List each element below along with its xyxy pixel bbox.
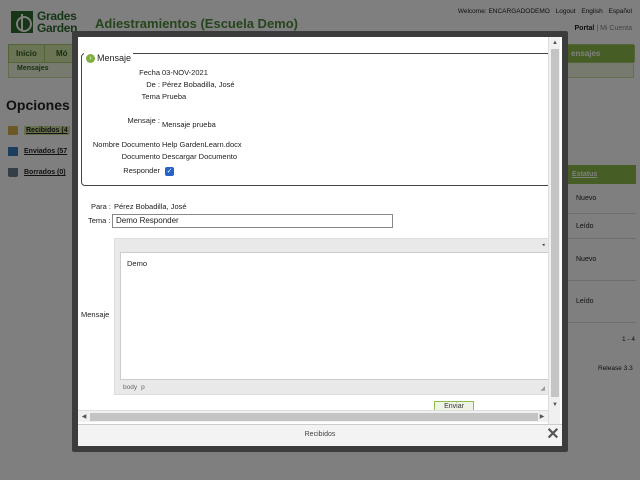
message-frame: › Mensaje Fecha 03-NOV-2021 De : Pérez Bo… — [78, 37, 562, 424]
nombre-documento-row: Nombre Documento — [82, 140, 160, 150]
close-icon[interactable]: ✕ — [546, 427, 560, 443]
documento-label: Documento — [121, 152, 160, 161]
fecha-value: 03-NOV-2021 — [162, 68, 208, 77]
scroll-up-icon[interactable]: ▲ — [551, 39, 559, 47]
scroll-left-icon[interactable]: ◀ — [80, 413, 88, 421]
de-label: De : — [146, 80, 160, 89]
vertical-scrollbar[interactable]: ▲ ▼ — [548, 37, 560, 424]
de-value: Pérez Bobadilla, José — [162, 80, 235, 89]
responder-checkbox-row: ✓ — [165, 166, 174, 176]
path-p[interactable]: p — [141, 384, 145, 391]
message-legend-text: Mensaje — [97, 53, 132, 63]
scroll-right-icon[interactable]: ▶ — [538, 413, 546, 421]
rich-text-editor: ◂ Demo body p ◢ — [114, 238, 550, 395]
fecha-label: Fecha — [139, 68, 160, 77]
descargar-documento-link[interactable]: Descargar Documento — [162, 152, 237, 161]
modal-footer-title: Recibidos — [304, 431, 336, 438]
para-value: Pérez Bobadilla, José — [114, 202, 187, 211]
resize-handle-icon[interactable]: ◢ — [540, 385, 545, 392]
modal-content: › Mensaje Fecha 03-NOV-2021 De : Pérez Bo… — [78, 37, 562, 446]
tema-row: Tema — [82, 92, 160, 102]
mensaje-label: Mensaje : — [127, 116, 160, 125]
para-label: Para : — [91, 202, 112, 211]
message-legend: › Mensaje — [84, 53, 134, 64]
nombre-documento-value: Help GardenLearn.docx — [162, 140, 242, 149]
chevron-right-icon: › — [86, 54, 95, 64]
responder-label: Responder — [123, 166, 160, 175]
editor-path: body p — [123, 384, 149, 391]
path-body[interactable]: body — [123, 384, 137, 391]
scroll-down-icon[interactable]: ▼ — [551, 401, 559, 409]
nombre-documento-label: Nombre Documento — [92, 140, 160, 149]
responder-row: Responder — [82, 166, 160, 176]
mensaje-value: Mensaje prueba — [162, 120, 216, 129]
fecha-row: Fecha — [82, 68, 160, 78]
vertical-scroll-thumb[interactable] — [551, 49, 559, 397]
documento-row: Documento — [82, 152, 160, 162]
horizontal-scroll-thumb[interactable] — [90, 413, 538, 421]
de-row: De : — [82, 80, 160, 90]
tema-value: Prueba — [162, 92, 187, 101]
modal-footer: Recibidos ✕ — [78, 424, 562, 446]
responder-checkbox[interactable]: ✓ — [165, 167, 174, 176]
reply-mensaje-label: Mensaje — [81, 310, 110, 319]
editor-body[interactable]: Demo — [120, 252, 550, 380]
horizontal-scrollbar[interactable]: ◀ ▶ — [78, 410, 548, 422]
reply-tema-input[interactable]: Demo Responder — [112, 214, 393, 228]
tema-label: Tema — [141, 92, 160, 101]
mensaje-row: Mensaje : — [82, 116, 160, 126]
editor-toolbar: ◂ — [115, 239, 550, 252]
reply-tema-label: Tema : — [88, 216, 111, 225]
modal-dialog: › Mensaje Fecha 03-NOV-2021 De : Pérez Bo… — [72, 31, 568, 452]
message-details-fieldset: › Mensaje Fecha 03-NOV-2021 De : Pérez Bo… — [81, 53, 551, 186]
